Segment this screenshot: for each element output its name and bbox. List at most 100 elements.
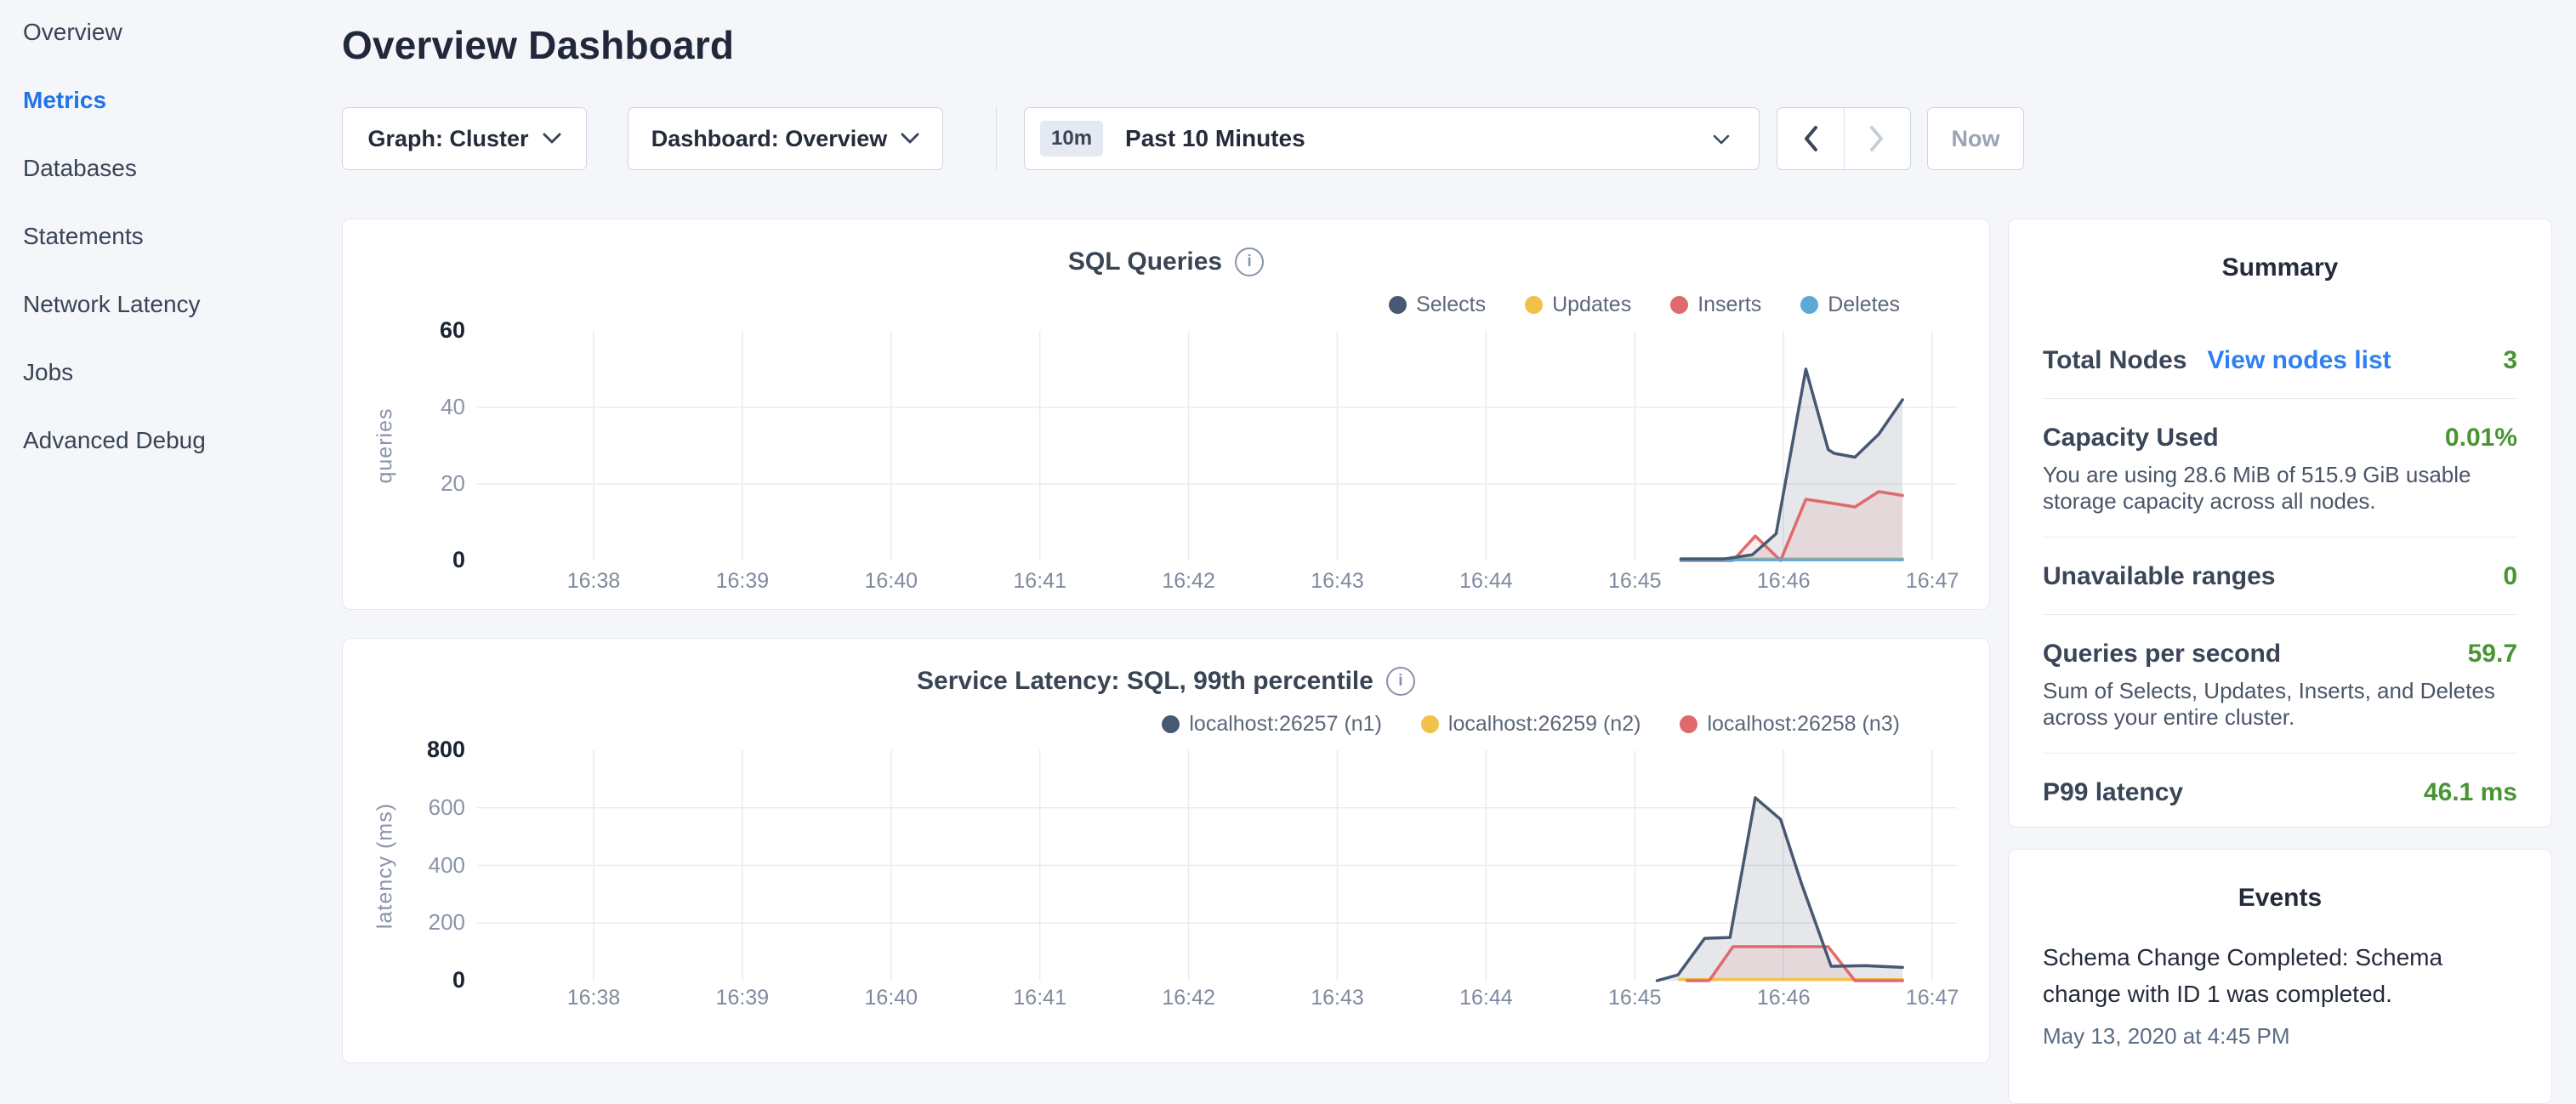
summary-row-value: 0.01% [2445,423,2517,453]
graph-dropdown[interactable]: Graph: Cluster [342,107,587,170]
legend-label: Deletes [1828,293,1900,317]
legend-item[interactable]: Selects [1389,293,1486,317]
y-tick-label: 200 [392,909,465,936]
page-title: Overview Dashboard [342,22,734,68]
legend-dot-icon [1162,715,1180,733]
legend-dot-icon [1421,715,1439,733]
chevron-down-icon [901,133,919,149]
sql-queries-chart-card: SQL Queries i Selects Updates Inserts Delet… [342,219,1990,610]
x-tick-label: 16:42 [1142,986,1236,1010]
sidebar-item-jobs[interactable]: Jobs [0,356,342,390]
legend-item[interactable]: Updates [1525,293,1631,317]
x-tick-label: 16:41 [993,986,1087,1010]
info-icon[interactable]: i [1386,667,1415,696]
time-step-back-button[interactable] [1777,108,1845,169]
chart-legend: localhost:26257 (n1) localhost:26259 (n2)… [1162,712,1900,737]
now-button[interactable]: Now [1927,107,2024,170]
legend-label: localhost:26257 (n1) [1189,712,1382,737]
summary-row: Total NodesView nodes list3 [2043,322,2517,398]
summary-row-value: 59.7 [2468,639,2517,669]
chevron-down-icon [1713,134,1730,150]
x-tick-label: 16:44 [1439,986,1533,1010]
time-step-button-group [1777,107,1911,170]
legend-label: Selects [1416,293,1486,317]
x-tick-label: 16:42 [1142,569,1236,594]
summary-row: Unavailable ranges 0 [2043,537,2517,614]
x-tick-label: 16:39 [696,986,789,1010]
summary-row-label: P99 latency [2043,777,2183,808]
x-tick-label: 16:40 [844,986,938,1010]
summary-rows: Total NodesView nodes list3Capacity Used… [2043,322,2517,830]
summary-row-value: 3 [2503,345,2517,376]
y-tick-label: 0 [392,547,465,573]
summary-row-label: Queries per second [2043,639,2281,669]
controls-divider [996,107,997,170]
legend-dot-icon [1800,296,1818,314]
legend-label: Updates [1552,293,1631,317]
sidebar-item-network-latency[interactable]: Network Latency [0,287,342,322]
x-tick-label: 16:46 [1737,986,1830,1010]
x-tick-label: 16:47 [1885,986,1979,1010]
summary-title: Summary [2009,253,2551,282]
y-tick-label: 0 [392,967,465,993]
event-timestamp: May 13, 2020 at 4:45 PM [2043,1022,2517,1050]
chart-title: SQL Queries [1068,248,1222,276]
summary-row-subtext: You are using 28.6 MiB of 515.9 GiB usab… [2043,462,2517,515]
legend-label: localhost:26258 (n3) [1707,712,1900,737]
legend-label: Inserts [1697,293,1761,317]
time-range-badge: 10m [1040,121,1103,156]
summary-row-label: Unavailable ranges [2043,561,2275,592]
x-tick-label: 16:38 [547,569,640,594]
event-text: Schema Change Completed: Schema change w… [2043,939,2517,1012]
legend-item[interactable]: localhost:26259 (n2) [1421,712,1641,737]
events-title: Events [2009,884,2551,913]
legend-item[interactable]: Inserts [1670,293,1761,317]
x-tick-label: 16:43 [1291,569,1385,594]
y-tick-label: 20 [392,470,465,497]
time-step-forward-button[interactable] [1845,108,1911,169]
x-tick-label: 16:39 [696,569,789,594]
legend-dot-icon [1525,296,1543,314]
legend-item[interactable]: Deletes [1800,293,1900,317]
chart-plot-area[interactable] [477,331,1957,567]
dashboard-dropdown[interactable]: Dashboard: Overview [628,107,943,170]
summary-row-label: Capacity Used [2043,423,2219,453]
y-tick-label: 600 [392,794,465,821]
summary-panel: Summary Total NodesView nodes list3Capac… [2008,219,2552,828]
legend-dot-icon [1389,296,1407,314]
dashboard-dropdown-label: Dashboard: Overview [651,126,888,152]
time-range-label: Past 10 Minutes [1125,125,1305,152]
legend-item[interactable]: localhost:26258 (n3) [1680,712,1900,737]
x-tick-label: 16:40 [844,569,938,594]
time-range-dropdown[interactable]: 10m Past 10 Minutes [1024,107,1760,170]
chevron-down-icon [543,133,561,149]
x-tick-label: 16:44 [1439,569,1533,594]
legend-item[interactable]: localhost:26257 (n1) [1162,712,1382,737]
chart-legend: Selects Updates Inserts Deletes [1389,293,1900,317]
events-panel: Events Schema Change Completed: Schema c… [2008,849,2552,1104]
summary-row-value: 0 [2503,561,2517,592]
y-tick-label: 40 [392,394,465,420]
x-tick-label: 16:45 [1588,569,1681,594]
graph-dropdown-label: Graph: Cluster [367,126,528,152]
x-tick-label: 16:43 [1291,986,1385,1010]
sidebar-item-metrics[interactable]: Metrics [0,83,342,117]
x-tick-label: 16:38 [547,986,640,1010]
sidebar: Overview Metrics Databases Statements Networ… [0,0,342,1051]
sidebar-item-databases[interactable]: Databases [0,151,342,185]
legend-label: localhost:26259 (n2) [1448,712,1641,737]
summary-row: Capacity Used 0.01% You are using 28.6 MiB… [2043,398,2517,537]
x-tick-label: 16:41 [993,569,1087,594]
sidebar-item-advanced-debug[interactable]: Advanced Debug [0,424,342,458]
x-tick-label: 16:46 [1737,569,1830,594]
view-nodes-list-link[interactable]: View nodes list [2207,345,2391,376]
chart-plot-area[interactable] [477,750,1957,987]
x-tick-label: 16:45 [1588,986,1681,1010]
info-icon[interactable]: i [1235,248,1264,276]
sidebar-item-statements[interactable]: Statements [0,219,342,253]
sidebar-item-overview[interactable]: Overview [0,15,342,49]
legend-dot-icon [1680,715,1697,733]
y-tick-label: 800 [392,737,465,763]
legend-dot-icon [1670,296,1688,314]
summary-row: Queries per second59.7Sum of Selects, Up… [2043,614,2517,753]
